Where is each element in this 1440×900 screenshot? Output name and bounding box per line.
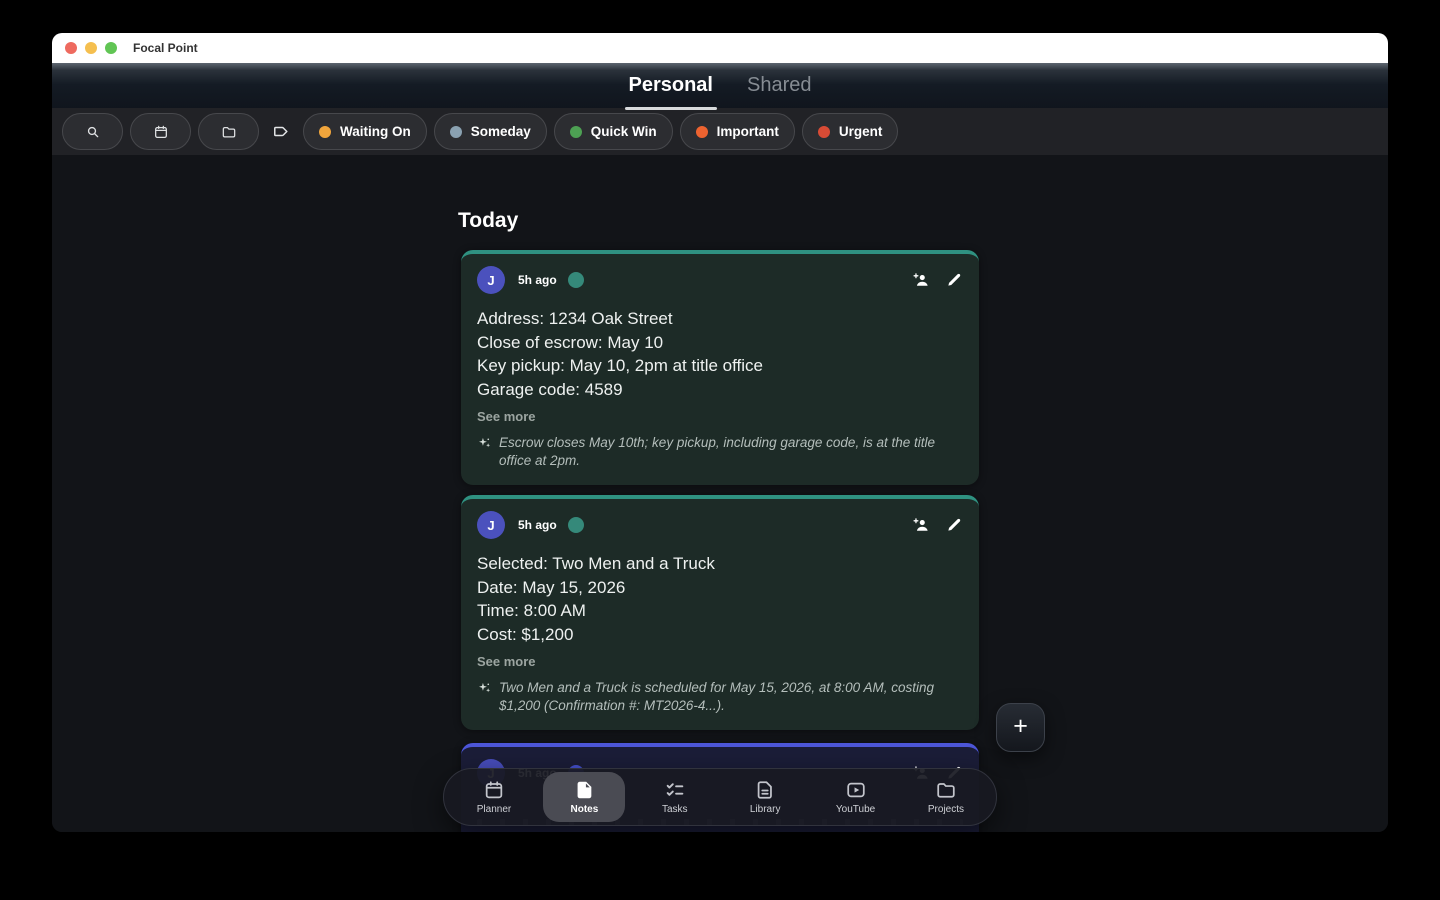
document-icon (754, 779, 776, 801)
avatar: J (477, 266, 505, 294)
edit-note-button[interactable] (945, 271, 963, 289)
tag-icon (272, 122, 291, 141)
note-card-header: J 5h ago (477, 511, 963, 539)
note-timestamp: 5h ago (518, 518, 557, 532)
add-note-button[interactable]: + (996, 703, 1045, 752)
calendar-button[interactable] (130, 113, 191, 150)
share-note-button[interactable] (912, 271, 930, 289)
tab-tasks[interactable]: Tasks (634, 772, 716, 822)
checklist-icon (664, 779, 686, 801)
filter-label: Urgent (839, 124, 883, 139)
pencil-icon (945, 271, 963, 289)
search-icon (85, 124, 101, 140)
app-window: Focal Point Personal Shared Waiting On Som… (52, 33, 1388, 832)
share-note-button[interactable] (912, 516, 930, 534)
tab-label: Library (750, 804, 781, 815)
window-title: Focal Point (133, 41, 198, 55)
note-card-header: J 5h ago (477, 266, 963, 294)
tab-personal[interactable]: Personal (627, 72, 715, 99)
folder-button[interactable] (198, 113, 259, 150)
filter-pill-urgent[interactable]: Urgent (802, 113, 899, 150)
content-area: Today J 5h ago Address: 1234 Oak StreetClo… (52, 155, 1388, 832)
filter-pill-someday[interactable]: Someday (434, 113, 547, 150)
tab-label: YouTube (836, 804, 875, 815)
toolbar: Waiting On Someday Quick Win Important Urgen… (52, 108, 1388, 156)
section-title: Today (458, 209, 518, 233)
sparkle-icon (477, 435, 492, 450)
tab-library[interactable]: Library (724, 772, 806, 822)
bottom-tab-bar: Planner Notes Tasks Library YouTube Projects (443, 768, 997, 826)
tab-shared[interactable]: Shared (745, 72, 814, 99)
note-icon (573, 779, 595, 801)
note-line: Selected: Two Men and a Truck (477, 552, 963, 576)
tab-youtube[interactable]: YouTube (815, 772, 897, 822)
ai-summary-text: Escrow closes May 10th; key pickup, incl… (499, 434, 957, 469)
note-card[interactable]: J 5h ago Selected: Two Men and a TruckDate… (461, 495, 979, 730)
close-button[interactable] (65, 42, 77, 54)
tab-label: Notes (570, 804, 598, 815)
tab-projects[interactable]: Projects (905, 772, 987, 822)
filter-color-dot (696, 126, 708, 138)
see-more-link[interactable]: See more (477, 409, 536, 424)
zoom-button[interactable] (105, 42, 117, 54)
pencil-icon (945, 516, 963, 534)
note-timestamp: 5h ago (518, 273, 557, 287)
note-card[interactable]: J 5h ago Address: 1234 Oak StreetClose of … (461, 250, 979, 485)
note-actions (912, 516, 963, 534)
notes-list: J 5h ago Address: 1234 Oak StreetClose of … (461, 250, 979, 832)
traffic-lights (65, 42, 117, 54)
tab-label: Tasks (662, 804, 688, 815)
note-body: Selected: Two Men and a TruckDate: May 1… (477, 552, 963, 646)
avatar: J (477, 511, 505, 539)
note-body: Address: 1234 Oak StreetClose of escrow:… (477, 307, 963, 401)
title-bar: Focal Point (52, 33, 1388, 63)
filter-pill-important[interactable]: Important (680, 113, 795, 150)
youtube-icon (845, 779, 867, 801)
ai-summary: Escrow closes May 10th; key pickup, incl… (477, 434, 963, 469)
filter-pill-quick-win[interactable]: Quick Win (554, 113, 673, 150)
folder-icon (935, 779, 957, 801)
note-actions (912, 271, 963, 289)
ai-summary: Two Men and a Truck is scheduled for May… (477, 679, 963, 714)
tab-label: Projects (928, 804, 964, 815)
calendar-icon (153, 124, 169, 140)
filter-label: Quick Win (591, 124, 657, 139)
note-line: Date: May 15, 2026 (477, 576, 963, 600)
person-add-icon (912, 516, 930, 534)
tab-notes[interactable]: Notes (543, 772, 625, 822)
filter-color-dot (319, 126, 331, 138)
person-add-icon (912, 271, 930, 289)
filter-label: Someday (471, 124, 531, 139)
note-line: Time: 8:00 AM (477, 599, 963, 623)
ai-summary-text: Two Men and a Truck is scheduled for May… (499, 679, 957, 714)
see-more-link[interactable]: See more (477, 654, 536, 669)
search-button[interactable] (62, 113, 123, 150)
tab-label: Planner (477, 804, 511, 815)
filter-color-dot (818, 126, 830, 138)
calendar-icon (483, 779, 505, 801)
note-color-dot (568, 517, 584, 533)
note-line: Address: 1234 Oak Street (477, 307, 963, 331)
note-line: Key pickup: May 10, 2pm at title office (477, 354, 963, 378)
filter-pill-waiting-on[interactable]: Waiting On (303, 113, 427, 150)
minimize-button[interactable] (85, 42, 97, 54)
top-nav: Personal Shared (52, 63, 1388, 108)
filter-color-dot (450, 126, 462, 138)
tab-planner[interactable]: Planner (453, 772, 535, 822)
note-line: Garage code: 4589 (477, 378, 963, 402)
note-line: Close of escrow: May 10 (477, 331, 963, 355)
edit-note-button[interactable] (945, 516, 963, 534)
note-color-dot (568, 272, 584, 288)
filter-color-dot (570, 126, 582, 138)
filter-label: Waiting On (340, 124, 411, 139)
tag-button[interactable] (266, 113, 296, 150)
filter-label: Important (717, 124, 779, 139)
sparkle-icon (477, 680, 492, 695)
note-line: Cost: $1,200 (477, 623, 963, 647)
folder-icon (221, 124, 237, 140)
